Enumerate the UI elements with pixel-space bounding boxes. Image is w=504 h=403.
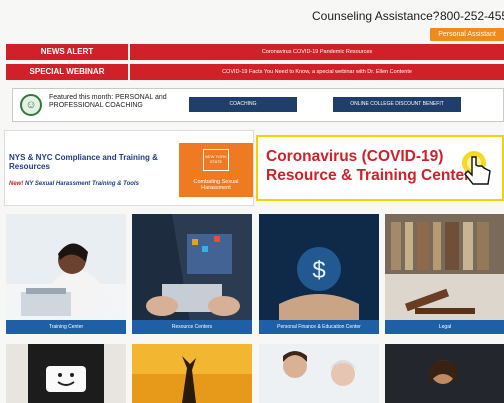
personal-assistant-button[interactable]: Personal Assistant xyxy=(430,28,504,41)
training-center-caption: Training Center xyxy=(6,320,126,334)
finance-photo: $ xyxy=(259,214,379,334)
news-alert-label: NEWS ALERT xyxy=(6,44,128,60)
legal-tile[interactable]: Legal xyxy=(385,214,504,334)
tile-sunset[interactable] xyxy=(132,344,252,403)
special-webinar-label: SPECIAL WEBINAR xyxy=(6,64,128,80)
new-label: New! xyxy=(9,181,24,187)
top-bar: Counseling Assistance? 800-252-4555 xyxy=(0,0,504,28)
resource-centers-tile[interactable]: Resource Centers xyxy=(132,214,252,334)
smiley-photo xyxy=(6,344,126,403)
phone-number-link[interactable]: 800-252-4555 xyxy=(440,9,504,23)
category-tiles-row2 xyxy=(4,344,504,403)
legal-caption: Legal xyxy=(385,320,504,334)
category-tiles: Training Center Resource Centers $ Perso… xyxy=(4,214,504,334)
legal-photo xyxy=(385,214,504,334)
pointer-hand-icon xyxy=(462,151,491,185)
training-center-tile[interactable]: Training Center xyxy=(6,214,126,334)
news-alert-message[interactable]: Coronavirus COVID-19 Pandemic Resources xyxy=(130,44,504,60)
resource-photo xyxy=(132,214,252,334)
nys-seal-icon: NEW YORK STATE xyxy=(203,149,229,171)
compliance-title: NYS & NYC Compliance and Training & Reso… xyxy=(9,153,158,171)
tile-woman[interactable] xyxy=(385,344,504,403)
page: Counseling Assistance? 800-252-4555 Pers… xyxy=(0,0,504,403)
college-discount-button[interactable]: ONLINE COLLEGE DISCOUNT BENEFIT xyxy=(333,97,461,112)
tile-smiley[interactable] xyxy=(6,344,126,403)
promo-section: NYS & NYC Compliance and Training & Reso… xyxy=(0,130,504,206)
news-alert-bar[interactable]: NEWS ALERT Coronavirus COVID-19 Pandemic… xyxy=(6,44,504,60)
compliance-sub-text: NY Sexual Harassment Training & Tools xyxy=(25,181,139,187)
compliance-box[interactable]: NYS & NYC Compliance and Training & Reso… xyxy=(4,130,254,206)
featured-text: Featured this month: PERSONAL and PROFES… xyxy=(49,94,167,109)
sunset-photo xyxy=(132,344,252,403)
tile-care[interactable] xyxy=(259,344,379,403)
care-photo xyxy=(259,344,379,403)
woman-photo xyxy=(385,344,504,403)
compliance-subtitle: New! NY Sexual Harassment Training & Too… xyxy=(9,181,169,187)
sexual-harassment-tile[interactable]: NEW YORK STATE Combating Sexual Harassme… xyxy=(179,143,253,197)
special-webinar-message[interactable]: COVID-19 Facts You Need to Know, a speci… xyxy=(130,64,504,80)
resource-centers-caption: Resource Centers xyxy=(132,320,252,334)
featured-badge-icon: ☺ xyxy=(20,94,42,116)
personal-finance-tile[interactable]: $ Personal Finance & Education Center xyxy=(259,214,379,334)
coaching-button[interactable]: COACHING xyxy=(189,97,297,112)
special-webinar-bar[interactable]: SPECIAL WEBINAR COVID-19 Facts You Need … xyxy=(6,64,504,80)
personal-finance-caption: Personal Finance & Education Center xyxy=(259,320,379,334)
featured-banner: ☺ Featured this month: PERSONAL and PROF… xyxy=(12,88,504,122)
svg-text:$: $ xyxy=(312,257,325,284)
covid-resource-banner[interactable]: Coronavirus (COVID-19) Resource & Traini… xyxy=(256,135,504,201)
sexual-harassment-label: Combating Sexual Harassment xyxy=(193,179,239,191)
counseling-assistance-label: Counseling Assistance? xyxy=(312,9,440,23)
training-photo xyxy=(6,214,126,334)
